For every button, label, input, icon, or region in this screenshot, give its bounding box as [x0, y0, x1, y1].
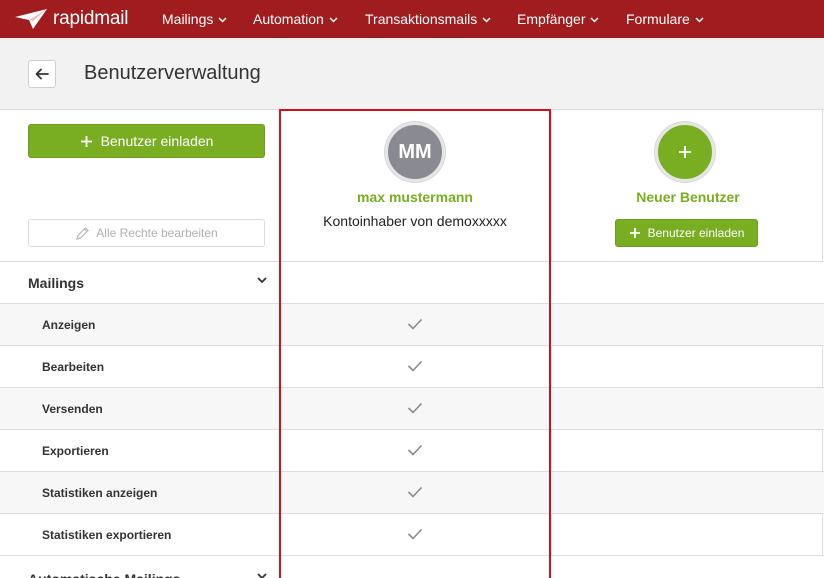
edit-all-permissions-label: Alle Rechte bearbeiten: [96, 226, 218, 240]
permission-label: Statistiken anzeigen: [42, 486, 158, 500]
permission-label: Exportieren: [42, 444, 109, 458]
nav-item-transaktionsmails[interactable]: Transaktionsmails: [365, 0, 491, 38]
chevron-down-icon[interactable]: [257, 573, 267, 578]
pencil-icon: [75, 226, 90, 241]
permission-label: Bearbeiten: [42, 360, 105, 374]
invite-new-user-label: Benutzer einladen: [647, 226, 745, 240]
chevron-down-icon[interactable]: [257, 277, 267, 284]
chevron-down-icon: [590, 16, 600, 23]
invite-user-label: Benutzer einladen: [100, 133, 214, 149]
permission-row: Statistiken exportieren: [0, 513, 824, 555]
avatar: MM: [385, 122, 445, 182]
nav-item-label: Automation: [253, 11, 324, 27]
back-button[interactable]: [28, 60, 56, 88]
invite-user-button[interactable]: Benutzer einladen: [28, 124, 265, 158]
arrow-left-icon: [35, 68, 49, 80]
avatar-initials: MM: [398, 140, 432, 163]
permission-row: Bearbeiten: [0, 345, 824, 387]
permission-row: Anzeigen: [0, 303, 824, 345]
paper-plane-icon: [15, 9, 47, 29]
checkmark-icon[interactable]: [407, 402, 423, 414]
nav-item-automation[interactable]: Automation: [253, 0, 338, 38]
permissions-table: Mailings Anzeigen Bearbeiten Versenden E…: [0, 261, 824, 578]
edit-all-permissions-button[interactable]: Alle Rechte bearbeiten: [28, 219, 265, 247]
nav-item-mailings[interactable]: Mailings: [162, 0, 227, 38]
section-row-automatische-mailings[interactable]: Automatische Mailings: [0, 555, 824, 578]
nav-item-label: Mailings: [162, 11, 214, 27]
section-label: Mailings: [28, 275, 85, 291]
plus-icon: [679, 146, 691, 158]
user-management-content: Benutzer einladen Alle Rechte bearbeiten…: [0, 109, 824, 578]
checkmark-icon[interactable]: [407, 528, 423, 540]
user-role: Kontoinhaber von demoxxxxx: [323, 213, 507, 229]
permission-label: Versenden: [42, 402, 103, 416]
plus-icon: [80, 135, 93, 148]
brand-logo[interactable]: rapidmail: [0, 0, 162, 38]
add-user-avatar-button[interactable]: [655, 122, 715, 182]
chevron-down-icon: [329, 16, 338, 23]
nav-item-label: Transaktionsmails: [365, 11, 478, 27]
section-label: Automatische Mailings: [28, 558, 180, 578]
nav-item-label: Formulare: [626, 11, 690, 27]
permission-row: Statistiken anzeigen: [0, 471, 824, 513]
chevron-down-icon: [695, 16, 704, 23]
brand-name: rapidmail: [53, 8, 129, 29]
top-navigation: rapidmail Mailings Automation Transaktio…: [0, 0, 824, 38]
checkmark-icon[interactable]: [407, 318, 423, 330]
page-header: Benutzerverwaltung: [0, 38, 824, 110]
checkmark-icon[interactable]: [407, 444, 423, 456]
page-title: Benutzerverwaltung: [84, 62, 261, 84]
checkmark-icon[interactable]: [407, 486, 423, 498]
plus-icon: [629, 227, 641, 239]
nav-item-label: Empfänger: [517, 11, 586, 27]
user-name[interactable]: max mustermann: [280, 189, 550, 205]
section-row-mailings[interactable]: Mailings: [0, 261, 824, 303]
new-user-title: Neuer Benutzer: [636, 189, 740, 205]
invite-new-user-button[interactable]: Benutzer einladen: [615, 219, 758, 247]
permission-label: Statistiken exportieren: [42, 528, 172, 542]
checkmark-icon[interactable]: [407, 360, 423, 372]
nav-item-empfaenger[interactable]: Empfänger: [517, 0, 600, 38]
chevron-down-icon: [482, 16, 491, 23]
permission-label: Anzeigen: [42, 318, 96, 332]
nav-item-formulare[interactable]: Formulare: [626, 0, 704, 38]
chevron-down-icon: [218, 16, 227, 23]
permission-row: Versenden: [0, 387, 824, 429]
permission-row: Exportieren: [0, 429, 824, 471]
